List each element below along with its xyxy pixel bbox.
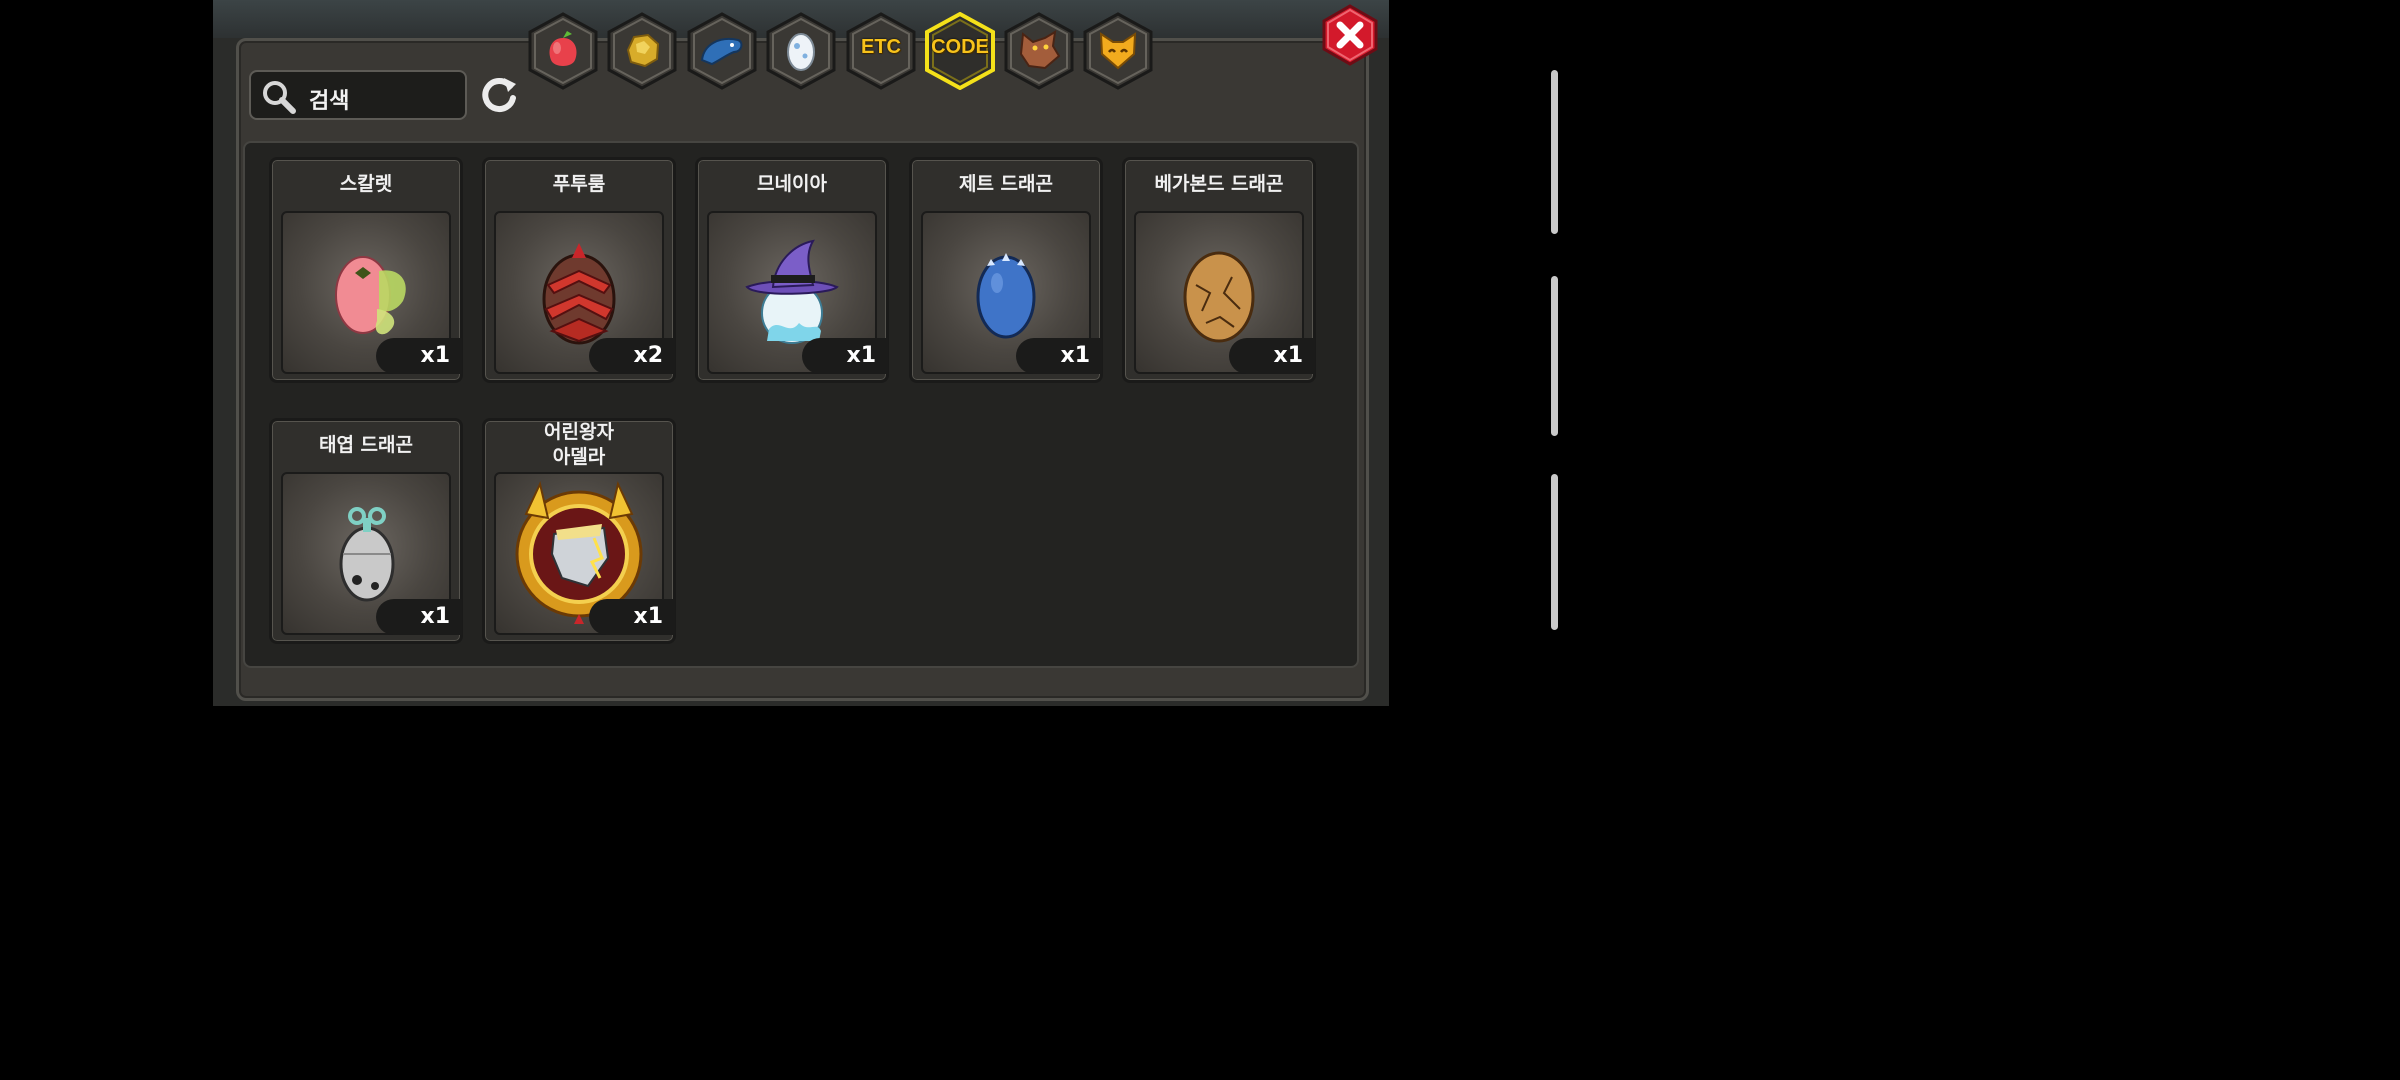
tab-werewolf[interactable]	[1003, 12, 1075, 90]
item-count: x1	[376, 338, 462, 374]
item-name: 태엽 드래곤	[318, 434, 413, 456]
item-name: 베가본드 드래곤	[1154, 173, 1284, 195]
item-card-clockwork-dragon[interactable]: 태엽 드래곤 x1	[269, 418, 463, 644]
tab-etc[interactable]: ETC	[845, 12, 917, 90]
item-name: 푸투룸	[552, 173, 606, 195]
item-card-scarlet[interactable]: 스칼렛 x1	[269, 157, 463, 383]
refresh-button[interactable]	[478, 74, 520, 116]
tab-cat[interactable]	[1082, 12, 1154, 90]
tab-gold[interactable]	[606, 12, 678, 90]
page-scrollbar[interactable]	[1551, 70, 1559, 640]
item-card-little-prince-adela[interactable]: 어린왕자 아델라 x1	[482, 418, 676, 644]
search-label: 검색	[309, 89, 350, 114]
blue-dragon-icon	[700, 38, 743, 66]
item-count: x1	[376, 599, 462, 635]
item-card-mneia[interactable]: 므네이아 x1	[695, 157, 889, 383]
item-count: x2	[589, 338, 675, 374]
refresh-icon	[482, 78, 516, 113]
werewolf-icon	[1019, 30, 1061, 70]
egg-icon	[787, 33, 815, 71]
item-count: x1	[1016, 338, 1102, 374]
item-name-line-2: 아델라	[552, 446, 606, 468]
cat-face-icon	[1099, 32, 1137, 70]
item-count: x1	[802, 338, 888, 374]
tab-code[interactable]: CODE	[924, 12, 996, 90]
item-name: 어린왕자 아델라	[485, 420, 673, 470]
item-card-vagabond-dragon[interactable]: 베가본드 드래곤 x1	[1122, 157, 1316, 383]
tab-etc-label: ETC	[861, 36, 901, 58]
close-button[interactable]	[1320, 4, 1380, 66]
search-icon	[263, 81, 296, 114]
item-name-line-1: 어린왕자	[544, 421, 614, 443]
tab-code-label: CODE	[931, 36, 989, 58]
item-count: x1	[589, 599, 675, 635]
fruit-icon	[549, 31, 577, 66]
item-name: 제트 드래곤	[958, 173, 1053, 195]
gold-nugget-icon	[626, 33, 660, 68]
close-icon	[1322, 4, 1378, 66]
tab-egg[interactable]	[765, 12, 837, 90]
item-card-puturum[interactable]: 푸투룸 x2	[482, 157, 676, 383]
item-count: x1	[1229, 338, 1315, 374]
item-name: 스칼렛	[339, 173, 393, 195]
tab-fruit[interactable]	[527, 12, 599, 90]
search-input[interactable]: 검색	[249, 70, 467, 120]
item-name: 므네이아	[757, 173, 827, 195]
tab-dragon[interactable]	[686, 12, 758, 90]
item-card-jet-dragon[interactable]: 제트 드래곤 x1	[909, 157, 1103, 383]
